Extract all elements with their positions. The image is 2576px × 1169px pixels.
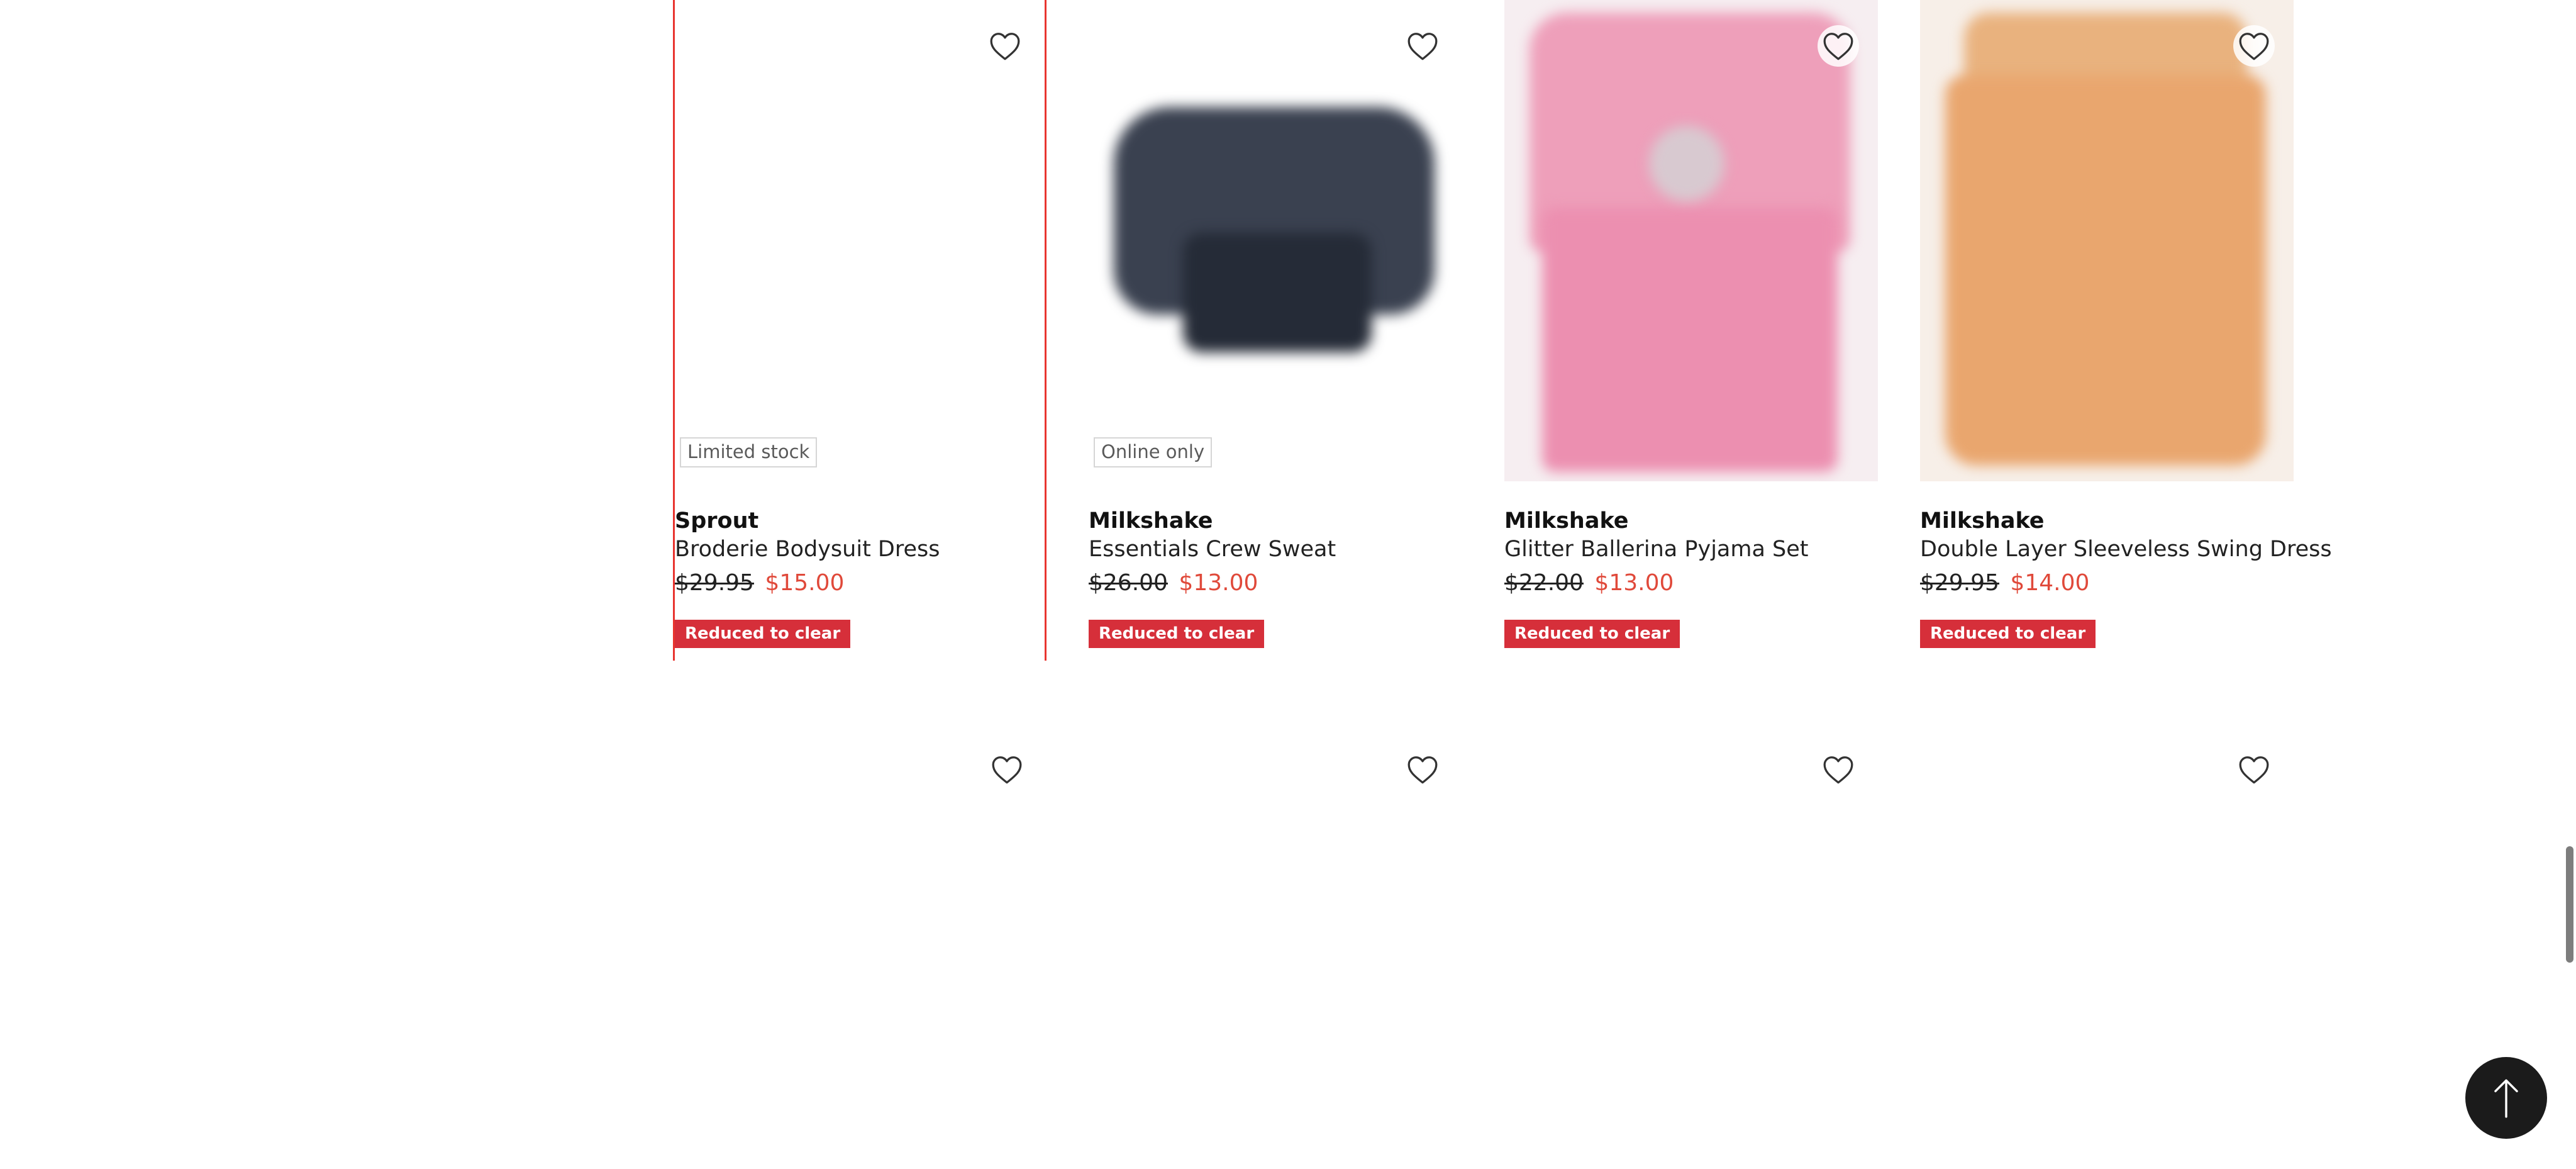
arrow-up-icon: [2494, 1079, 2518, 1118]
product-brand: Sprout: [675, 508, 759, 534]
product-card[interactable]: Milkshake Double Layer Sleeveless Swing …: [1920, 0, 2332, 661]
wishlist-button[interactable]: [1818, 25, 1859, 67]
heart-icon: [2239, 756, 2269, 784]
sale-price: $13.00: [1594, 570, 1674, 596]
back-to-top-button[interactable]: [2465, 1057, 2547, 1139]
product-title[interactable]: Broderie Bodysuit Dress: [675, 537, 940, 562]
scrollbar-thumb[interactable]: [2566, 846, 2573, 963]
original-price: $29.95: [1920, 570, 1999, 596]
product-title[interactable]: Double Layer Sleeveless Swing Dress: [1920, 537, 2332, 562]
sale-price: $15.00: [765, 570, 845, 596]
product-row: [673, 724, 2293, 1164]
heart-icon: [1407, 33, 1438, 60]
wishlist-button[interactable]: [986, 749, 1028, 790]
product-card[interactable]: Milkshake Glitter Ballerina Pyjama Set $…: [1504, 0, 1878, 661]
product-card[interactable]: Online only Milkshake Essentials Crew Sw…: [1089, 0, 1462, 661]
promo-badge: Reduced to clear: [675, 620, 851, 648]
product-price: $22.00 $13.00: [1504, 570, 1674, 596]
product-grid: Limited stock Sprout Broderie Bodysuit D…: [673, 0, 2332, 1164]
product-price: $29.95 $14.00: [1920, 570, 2089, 596]
product-title[interactable]: Glitter Ballerina Pyjama Set: [1504, 537, 1809, 562]
product-card[interactable]: Limited stock Sprout Broderie Bodysuit D…: [673, 0, 1046, 661]
promo-badge: Reduced to clear: [1920, 620, 2096, 648]
wishlist-button[interactable]: [2233, 25, 2275, 67]
sale-price: $13.00: [1179, 570, 1258, 596]
heart-icon: [1823, 33, 1853, 60]
product-image[interactable]: [675, 0, 1048, 481]
product-card[interactable]: [1089, 724, 1462, 1101]
product-brand: Milkshake: [1920, 508, 2045, 534]
heart-icon: [992, 756, 1022, 784]
product-image[interactable]: [1920, 0, 2294, 481]
product-image[interactable]: [1504, 0, 1878, 481]
wishlist-button[interactable]: [1402, 749, 1443, 790]
stock-tag: Limited stock: [680, 437, 818, 467]
product-price: $26.00 $13.00: [1089, 570, 1258, 596]
availability-tag: Online only: [1094, 437, 1213, 467]
heart-icon: [1823, 756, 1853, 784]
product-card[interactable]: [673, 724, 1046, 1101]
heart-icon: [1407, 756, 1438, 784]
product-row: Limited stock Sprout Broderie Bodysuit D…: [673, 0, 2332, 724]
wishlist-button[interactable]: [1402, 25, 1443, 67]
original-price: $29.95: [675, 570, 754, 596]
heart-icon: [2239, 33, 2269, 60]
product-price: $29.95 $15.00: [675, 570, 844, 596]
heart-icon: [990, 33, 1020, 60]
original-price: $26.00: [1089, 570, 1168, 596]
wishlist-button[interactable]: [984, 25, 1026, 67]
vertical-scrollbar[interactable]: [2562, 0, 2576, 1169]
sale-price: $14.00: [2010, 570, 2090, 596]
wishlist-button[interactable]: [1818, 749, 1859, 790]
product-brand: Milkshake: [1089, 508, 1213, 534]
promo-badge: Reduced to clear: [1089, 620, 1265, 648]
product-brand: Milkshake: [1504, 508, 1629, 534]
product-card[interactable]: [1504, 724, 1878, 1101]
product-card[interactable]: [1920, 724, 2294, 1101]
product-title[interactable]: Essentials Crew Sweat: [1089, 537, 1336, 562]
product-image[interactable]: [1089, 0, 1462, 481]
promo-badge: Reduced to clear: [1504, 620, 1680, 648]
wishlist-button[interactable]: [2233, 749, 2275, 790]
original-price: $22.00: [1504, 570, 1584, 596]
